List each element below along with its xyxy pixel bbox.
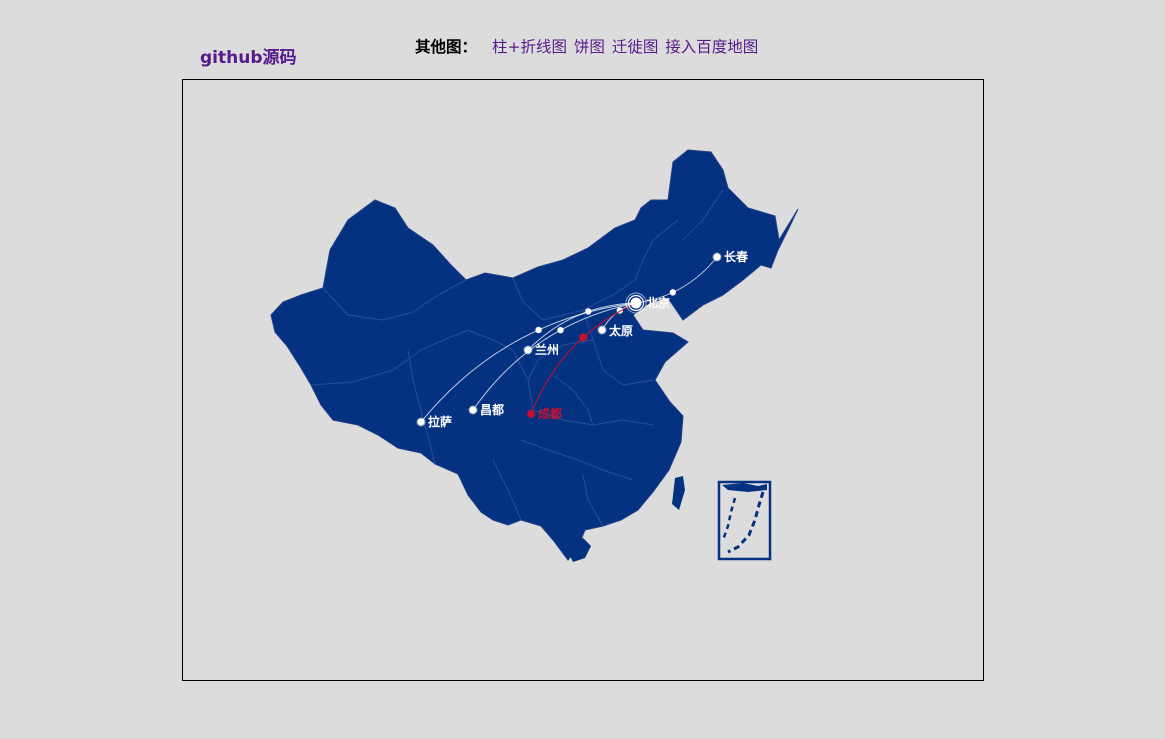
city-label: 成都 <box>538 406 562 421</box>
map-container[interactable]: 北京 长春太原兰州昌都拉萨 成都 <box>182 79 984 681</box>
link-bar-line-chart[interactable]: 柱+折线图 <box>492 38 567 56</box>
link-baidu-map[interactable]: 接入百度地图 <box>665 38 758 56</box>
china-map[interactable]: 北京 长春太原兰州昌都拉萨 成都 <box>183 80 983 680</box>
other-charts-nav: 其他图： 柱+折线图 饼图 迁徙图 接入百度地图 <box>415 35 760 57</box>
link-migration-map[interactable]: 迁徙图 <box>612 38 659 56</box>
city-label: 兰州 <box>535 342 559 357</box>
city-label: 昌都 <box>480 402 504 417</box>
south-china-sea-inset <box>717 480 772 561</box>
city-label: 北京 <box>646 295 670 310</box>
hainan-island <box>568 538 591 562</box>
github-source-link[interactable]: github源码 <box>200 43 297 68</box>
route-moving-dot <box>535 326 542 334</box>
route-moving-dot <box>557 326 564 334</box>
route-moving-dot <box>579 333 588 342</box>
link-pie-chart[interactable]: 饼图 <box>574 38 605 56</box>
taiwan-island <box>672 476 685 510</box>
city-label: 长春 <box>724 249 749 264</box>
city-marker[interactable]: 北京 <box>625 292 670 314</box>
city-label: 太原 <box>609 323 633 338</box>
route-moving-dot <box>669 289 677 296</box>
city-label: 拉萨 <box>428 414 452 429</box>
other-charts-label: 其他图： <box>415 38 478 56</box>
